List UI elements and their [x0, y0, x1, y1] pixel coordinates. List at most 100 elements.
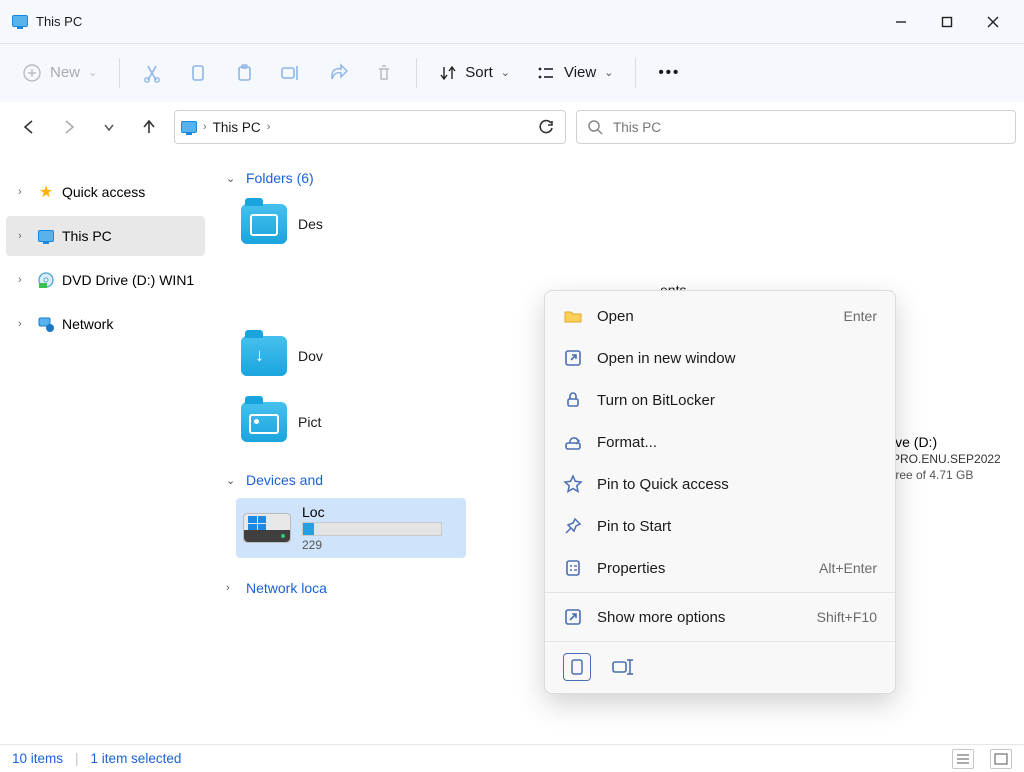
- menu-label: Pin to Quick access: [597, 476, 877, 493]
- refresh-button[interactable]: [533, 114, 559, 140]
- cut-button[interactable]: [132, 57, 172, 89]
- folder-tile[interactable]: ↓ Dov: [236, 328, 466, 384]
- maximize-button[interactable]: [924, 0, 970, 44]
- group-title: Devices and: [246, 472, 323, 488]
- drive-subtext: 229: [302, 538, 442, 552]
- tile-label: Pict: [298, 414, 321, 430]
- collapse-icon[interactable]: ⌄: [226, 172, 238, 185]
- view-label: View: [564, 64, 596, 81]
- expand-icon[interactable]: ›: [226, 582, 238, 594]
- sidebar-item-label: This PC: [62, 228, 112, 244]
- chevron-right-icon: ›: [267, 121, 271, 133]
- sidebar-item-dvd-drive[interactable]: › DVD Drive (D:) WIN1: [6, 260, 205, 300]
- copy-icon[interactable]: [563, 653, 591, 681]
- breadcrumb-this-pc[interactable]: This PC: [213, 120, 261, 135]
- status-separator: |: [75, 751, 79, 766]
- sort-label: Sort: [465, 64, 493, 81]
- back-button[interactable]: [14, 112, 44, 142]
- folder-tile[interactable]: Des: [236, 196, 466, 252]
- share-button[interactable]: [318, 57, 358, 89]
- sidebar-item-label: DVD Drive (D:) WIN1: [62, 272, 194, 288]
- sidebar-item-this-pc[interactable]: › This PC: [6, 216, 205, 256]
- rename-icon[interactable]: [609, 653, 637, 681]
- dvd-drive-tile[interactable]: ive (D:) PRO.ENU.SEP2022 free of 4.71 GB: [892, 434, 1024, 482]
- expand-icon[interactable]: ›: [18, 274, 30, 286]
- view-large-icons-button[interactable]: [990, 749, 1012, 769]
- rename-button[interactable]: [270, 57, 312, 89]
- toolbar-separator: [635, 58, 636, 88]
- content-pane: ⌄ Folders (6) Des ents ↓ Dov Pict ⌄: [212, 152, 1024, 744]
- chevron-right-icon: ›: [203, 121, 207, 133]
- chevron-down-icon: ⌄: [604, 66, 613, 79]
- menu-label: Turn on BitLocker: [597, 392, 877, 409]
- properties-icon: [563, 558, 583, 578]
- copy-button[interactable]: [178, 57, 218, 89]
- collapse-icon[interactable]: ⌄: [226, 474, 238, 487]
- new-label: New: [50, 64, 80, 81]
- menu-item-open-new-window[interactable]: Open in new window: [545, 337, 895, 379]
- up-button[interactable]: [134, 112, 164, 142]
- sidebar-item-network[interactable]: › Network: [6, 304, 205, 344]
- local-disk-tile[interactable]: Loc 229: [236, 498, 466, 558]
- delete-button[interactable]: [364, 57, 404, 89]
- expand-icon[interactable]: ›: [18, 186, 30, 198]
- menu-shortcut: Enter: [844, 308, 877, 324]
- menu-item-pin-quick-access[interactable]: Pin to Quick access: [545, 463, 895, 505]
- title-bar: This PC: [0, 0, 1024, 44]
- folder-tile[interactable]: Pict: [236, 394, 466, 450]
- tile-label: Des: [298, 216, 323, 232]
- folder-icon: [240, 398, 288, 446]
- chevron-down-icon: ⌄: [88, 66, 97, 79]
- sort-button[interactable]: Sort ⌄: [429, 58, 520, 88]
- menu-item-show-more[interactable]: Show more options Shift+F10: [545, 596, 895, 638]
- toolbar-separator: [416, 58, 417, 88]
- view-button[interactable]: View ⌄: [526, 58, 623, 88]
- recent-locations-button[interactable]: [94, 112, 124, 142]
- menu-item-properties[interactable]: Properties Alt+Enter: [545, 547, 895, 589]
- new-button[interactable]: New ⌄: [12, 57, 107, 89]
- close-button[interactable]: [970, 0, 1016, 44]
- menu-label: Open in new window: [597, 350, 877, 367]
- group-title: Folders (6): [246, 170, 314, 186]
- menu-label: Open: [597, 308, 830, 325]
- menu-item-format[interactable]: Format...: [545, 421, 895, 463]
- sidebar-item-label: Quick access: [62, 184, 145, 200]
- menu-item-pin-start[interactable]: Pin to Start: [545, 505, 895, 547]
- disc-icon: [37, 271, 55, 289]
- forward-button[interactable]: [54, 112, 84, 142]
- address-bar[interactable]: › This PC ›: [174, 110, 566, 144]
- search-icon: [587, 119, 603, 135]
- app-icon: [12, 15, 28, 29]
- pin-icon: [563, 516, 583, 536]
- drive-name: Loc: [302, 504, 442, 520]
- toolbar: New ⌄ Sort ⌄ View ⌄ •••: [0, 44, 1024, 102]
- view-details-button[interactable]: [952, 749, 974, 769]
- status-selection: 1 item selected: [91, 751, 182, 766]
- pc-icon: [37, 227, 55, 245]
- status-item-count: 10 items: [12, 751, 63, 766]
- expand-icon[interactable]: ›: [18, 318, 30, 330]
- group-header-folders[interactable]: ⌄ Folders (6): [218, 166, 1016, 190]
- address-row: › This PC ›: [0, 102, 1024, 152]
- expand-icon[interactable]: ›: [18, 230, 30, 242]
- menu-separator: [545, 592, 895, 593]
- menu-item-bitlocker[interactable]: Turn on BitLocker: [545, 379, 895, 421]
- folder-icon: [240, 200, 288, 248]
- menu-shortcut: Alt+Enter: [819, 560, 877, 576]
- chevron-down-icon: ⌄: [501, 66, 510, 79]
- paste-button[interactable]: [224, 57, 264, 89]
- menu-item-open[interactable]: Open Enter: [545, 295, 895, 337]
- status-bar: 10 items | 1 item selected: [0, 744, 1024, 772]
- open-new-window-icon: [563, 348, 583, 368]
- pc-icon: [181, 121, 197, 133]
- search-input[interactable]: [611, 119, 1005, 136]
- more-actions-button[interactable]: •••: [648, 58, 690, 87]
- star-outline-icon: [563, 474, 583, 494]
- sidebar-item-quick-access[interactable]: › ★ Quick access: [6, 172, 205, 212]
- sidebar-item-label: Network: [62, 316, 113, 332]
- search-box[interactable]: [576, 110, 1016, 144]
- window-title: This PC: [36, 14, 82, 29]
- menu-label: Format...: [597, 434, 877, 451]
- minimize-button[interactable]: [878, 0, 924, 44]
- menu-separator: [545, 641, 895, 642]
